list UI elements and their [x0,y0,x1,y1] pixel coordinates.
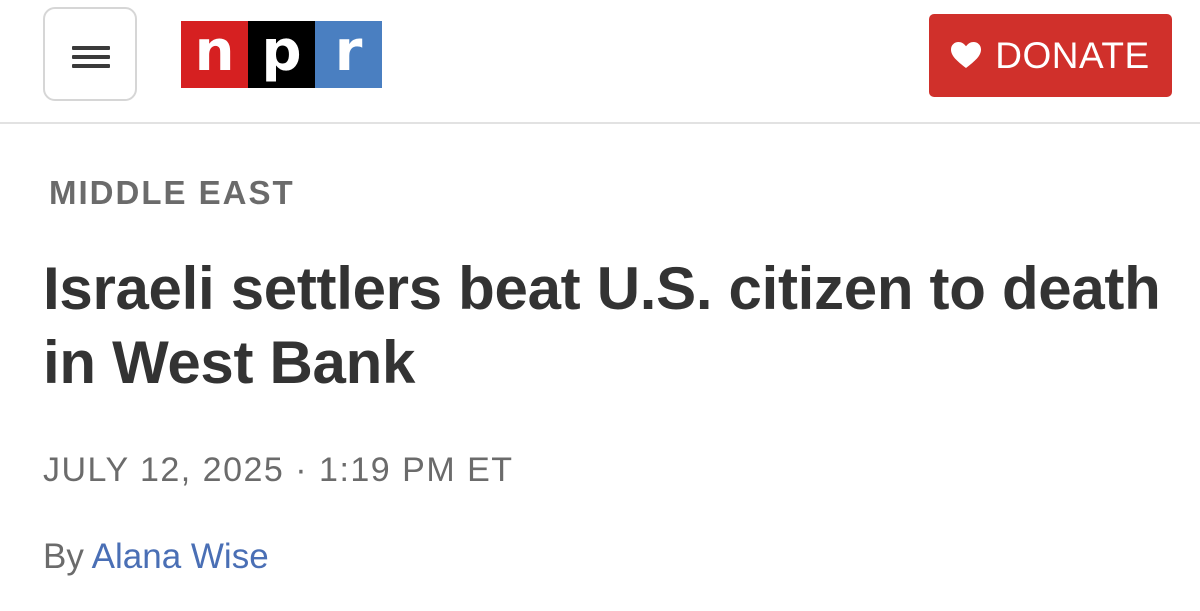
byline-prefix: By [43,537,84,576]
article-dateline: JULY 12, 2025 · 1:19 PM ET [43,448,514,492]
logo-letter-n: n [181,21,248,88]
article-headline: Israeli settlers beat U.S. citizen to de… [43,255,1161,396]
donate-label: DONATE [995,34,1150,76]
article-byline: By Alana Wise [43,535,269,579]
dateline-separator: · [295,451,309,489]
logo-letter-r: r [315,21,382,88]
article-date: JULY 12, 2025 [43,451,285,489]
article-time: 1:19 PM ET [319,451,514,489]
logo-letter-p: p [248,21,315,88]
donate-button[interactable]: DONATE [929,14,1172,97]
heart-icon [951,42,982,69]
author-link[interactable]: Alana Wise [92,537,269,576]
menu-button[interactable] [43,7,137,101]
section-label[interactable]: MIDDLE EAST [49,172,295,214]
site-header: n p r DONATE [0,0,1200,124]
npr-logo[interactable]: n p r [181,21,382,88]
